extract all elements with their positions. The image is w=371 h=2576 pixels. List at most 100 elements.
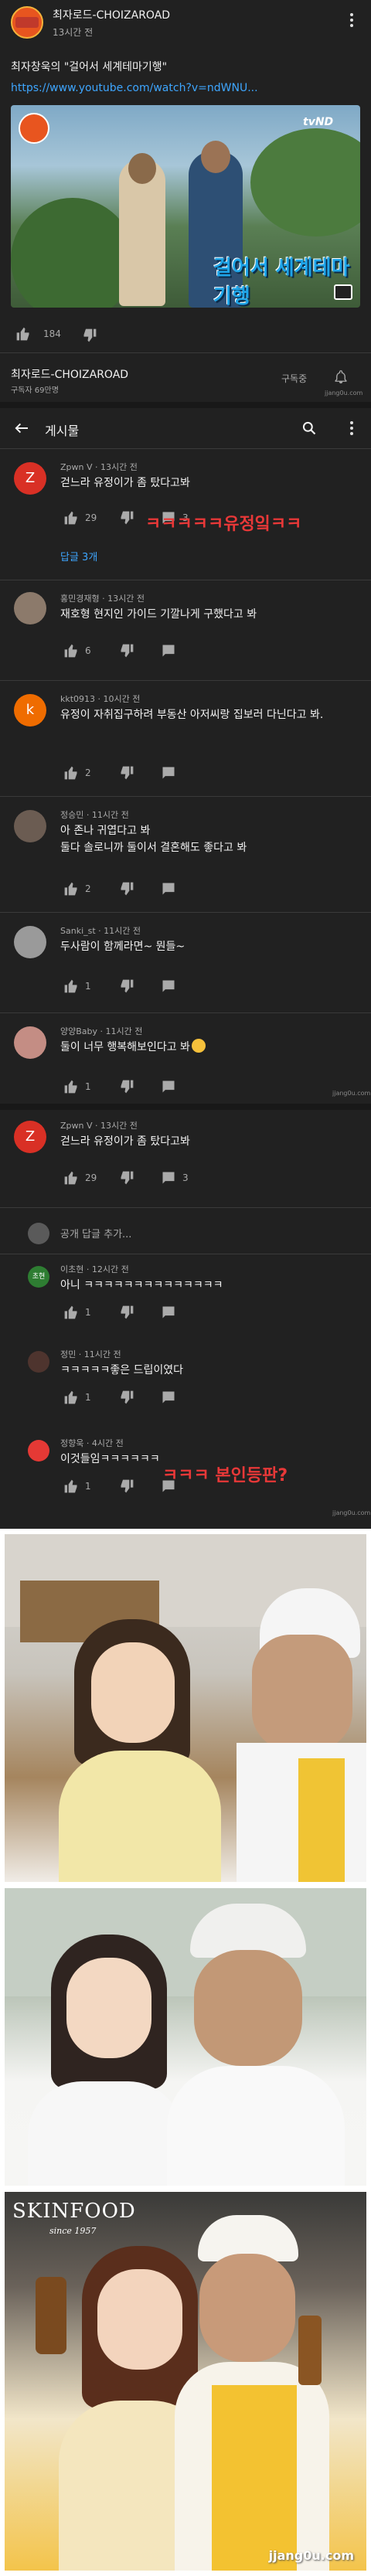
person-figure: [119, 153, 165, 306]
comment-avatar[interactable]: [14, 810, 46, 842]
comment-avatar[interactable]: [14, 1026, 46, 1059]
comment-reply-icon[interactable]: [161, 643, 176, 658]
thumbs-up-icon[interactable]: [63, 765, 79, 781]
comment-avatar[interactable]: [14, 592, 46, 624]
bell-icon[interactable]: [334, 369, 348, 385]
channel-avatar[interactable]: [11, 6, 43, 39]
smile-emoji-icon: [191, 1039, 206, 1053]
reply: 정향욱 · 4시간 전 이것들임ㅋㅋㅋㅋㅋㅋ 1 ㅋㅋㅋ 본인등판? jjang…: [0, 1434, 371, 1519]
thumbs-down-icon[interactable]: [119, 1305, 134, 1320]
panel-gap: [0, 402, 371, 408]
product-bottle-shape: [298, 2316, 322, 2385]
add-reply-row[interactable]: 공개 답글 추가...: [0, 1213, 371, 1251]
like-count: 1: [85, 1392, 91, 1403]
post-link[interactable]: https://www.youtube.com/watch?v=ndWNU...: [11, 82, 258, 94]
photo-advertisement: SKINFOOD since 1957 jjang0u.com: [5, 2192, 366, 2571]
thumbs-down-icon[interactable]: [119, 1390, 134, 1405]
thumbs-up-icon[interactable]: [63, 1170, 79, 1186]
thumbs-down-icon[interactable]: [119, 1079, 134, 1094]
thumbs-up-icon[interactable]: [63, 1079, 79, 1094]
face-shape: [252, 1635, 352, 1751]
face-shape: [199, 2254, 295, 2362]
divider: [0, 1207, 371, 1208]
reply: 초현 이초현 · 12시간 전 아니 ㅋㅋㅋㅋㅋㅋㅋㅋㅋㅋㅋㅋㅋㅋ 1: [0, 1260, 371, 1337]
comment-avatar[interactable]: Z: [14, 1121, 46, 1153]
tv-logo: tvND: [303, 116, 334, 128]
comment-text: 두사람이 함께라면~ 뭔들~: [60, 941, 186, 953]
thumbs-up-icon[interactable]: [63, 978, 79, 994]
comment-meta: 양양Baby · 11시간 전: [60, 1026, 143, 1036]
thumbs-up-icon[interactable]: [63, 643, 79, 658]
comment-avatar[interactable]: Z: [14, 462, 46, 495]
comment-reply-icon[interactable]: [161, 1170, 176, 1186]
comment-meta: 정승민 · 11시간 전: [60, 810, 129, 820]
comment-actions: 2: [60, 881, 215, 897]
thumbs-up-icon[interactable]: [63, 510, 79, 526]
post-channel-name[interactable]: 최자로드-CHOIZAROAD: [53, 7, 170, 22]
thumbs-up-icon[interactable]: [63, 1305, 79, 1320]
thumbs-up-icon[interactable]: [63, 881, 79, 897]
comment-reply-icon[interactable]: [161, 765, 176, 781]
divider: [0, 352, 371, 353]
thumbs-down-icon[interactable]: [119, 643, 134, 658]
thumbs-down-icon[interactable]: [119, 1479, 134, 1494]
comment-meta: kkt0913 · 10시간 전: [60, 694, 141, 704]
thumbs-down-icon[interactable]: [119, 978, 134, 994]
reply-meta: 정민 · 11시간 전: [60, 1349, 121, 1359]
subscribed-button[interactable]: 구독중: [281, 372, 307, 385]
comment-reply-icon[interactable]: [161, 1390, 176, 1405]
reply-meta: 이초현 · 12시간 전: [60, 1264, 129, 1274]
reply-avatar[interactable]: 초현: [28, 1266, 49, 1288]
comment-reply-icon[interactable]: [161, 1305, 176, 1320]
comment-avatar[interactable]: k: [14, 694, 46, 727]
like-count: 29: [85, 512, 97, 523]
search-icon[interactable]: [301, 420, 317, 436]
panel-gap: [0, 1104, 371, 1110]
photo-selfie: [5, 1534, 366, 1882]
channel-bar: 최자로드-CHOIZAROAD 구독자 69만명 구독중 jjang0u.com: [0, 360, 371, 399]
thumbs-down-icon[interactable]: [82, 328, 97, 343]
more-options-icon[interactable]: [349, 420, 354, 436]
comment-avatar[interactable]: [14, 926, 46, 958]
thumbs-up-icon[interactable]: [63, 1390, 79, 1405]
video-thumbnail[interactable]: tvND 걸어서 세계테마기행: [11, 105, 360, 308]
like-count: 1: [85, 1307, 91, 1318]
thumbs-up-icon[interactable]: [15, 326, 31, 342]
reply-avatar[interactable]: [28, 1351, 49, 1373]
channel-logo-icon: [15, 17, 39, 28]
thumbs-down-icon[interactable]: [119, 1170, 134, 1186]
add-reply-input[interactable]: 공개 답글 추가...: [60, 1226, 131, 1240]
comment-reply-icon[interactable]: [161, 978, 176, 994]
page: 최자로드-CHOIZAROAD 13시간 전 최자창욱의 "걸어서 세계테마기행…: [0, 0, 371, 2576]
thumbs-up-icon[interactable]: [63, 1479, 79, 1494]
shirt-shape: [167, 2066, 345, 2186]
top-nav: 게시물: [0, 410, 371, 447]
comment-text-body: 둘이 너무 행복해보인다고 봐: [60, 1041, 190, 1053]
thumbs-down-icon[interactable]: [119, 765, 134, 781]
thumbs-down-icon[interactable]: [119, 881, 134, 897]
comment-text: 걷느라 유정이가 좀 탔다고봐: [60, 1135, 190, 1148]
comment-actions: 1: [60, 978, 215, 994]
comment: 정승민 · 11시간 전 아 존나 귀엽다고 봐 둘다 솔로니까 둘이서 결혼해…: [0, 804, 371, 904]
comment-reply-icon[interactable]: [161, 1079, 176, 1094]
post-header: 최자로드-CHOIZAROAD 13시간 전: [0, 0, 371, 49]
brand-logo: SKINFOOD: [12, 2200, 136, 2223]
youtube-post-screenshot: 최자로드-CHOIZAROAD 13시간 전 최자창욱의 "걸어서 세계테마기행…: [0, 0, 371, 1529]
more-options-icon[interactable]: [349, 12, 354, 28]
divider: [0, 1012, 371, 1013]
back-arrow-icon[interactable]: [14, 422, 29, 434]
like-count: 6: [85, 645, 91, 656]
corner-logo-icon: [19, 113, 49, 144]
image-icon: [334, 284, 352, 300]
subscriber-count: 구독자 69만명: [11, 386, 59, 395]
tree-shape: [250, 128, 360, 237]
thumbs-down-icon[interactable]: [119, 510, 134, 526]
comment-reply-icon[interactable]: [161, 881, 176, 897]
comment-meta: 홍민경재형 · 13시간 전: [60, 594, 145, 604]
reply-avatar[interactable]: [28, 1440, 49, 1462]
view-replies-link[interactable]: 답글 3개: [60, 549, 97, 563]
channel-name[interactable]: 최자로드-CHOIZAROAD: [11, 366, 128, 382]
reply-text: 아니 ㅋㅋㅋㅋㅋㅋㅋㅋㅋㅋㅋㅋㅋㅋ: [60, 1279, 223, 1291]
comment-meta: Zpwn V · 13시간 전: [60, 462, 138, 472]
watermark: jjang0u.com: [268, 2548, 354, 2563]
